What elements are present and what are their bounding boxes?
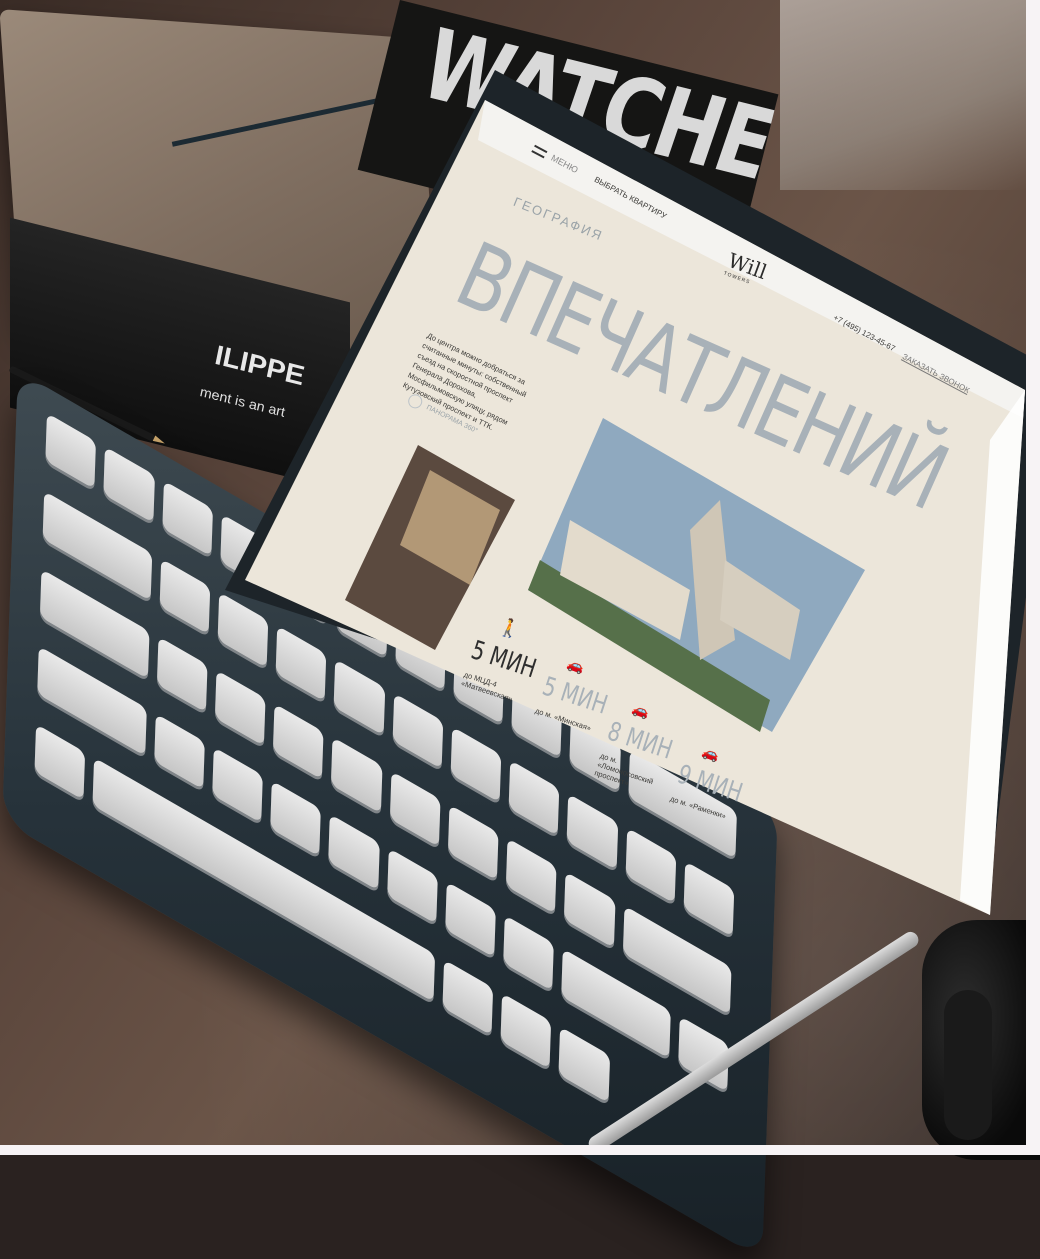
desk-scene: WATCHES ILIPPE ment is an art МЕНЮ ВЫБРА… — [0, 0, 1040, 1259]
frame-bottom — [0, 1145, 1040, 1155]
headphones — [922, 920, 1040, 1160]
tablet-screen — [245, 100, 1025, 915]
frame-right — [1026, 0, 1040, 1155]
headphone-pad — [944, 990, 992, 1140]
